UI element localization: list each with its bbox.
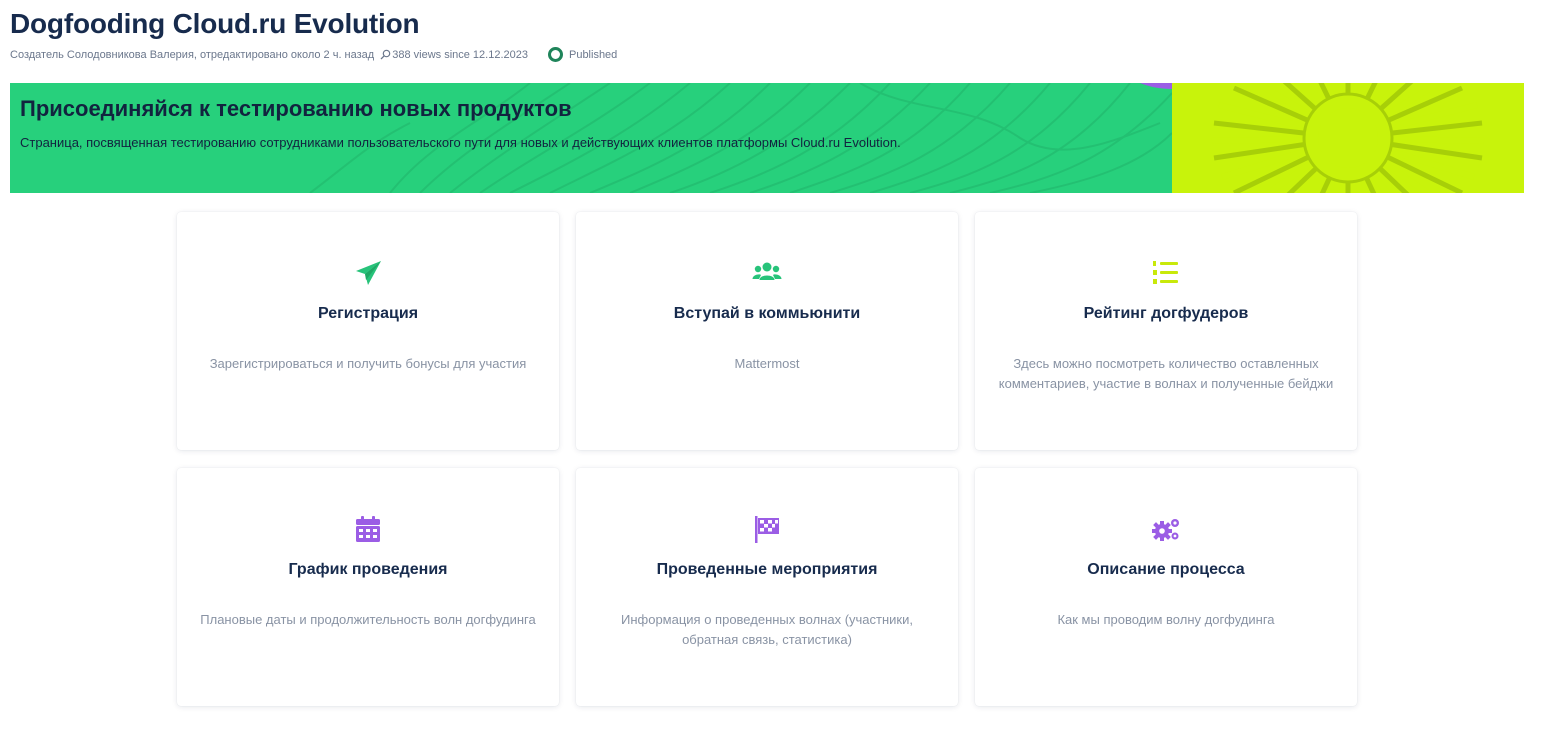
- confluence-page: Dogfooding Cloud.ru Evolution Создатель …: [0, 0, 1560, 731]
- card-title: Вступай в коммьюнити: [673, 305, 861, 322]
- card-title: Проведенные мероприятия: [656, 561, 878, 578]
- views-label: 388 views since 12.12.2023: [392, 48, 528, 61]
- card-title: График проведения: [288, 561, 448, 578]
- checkered-flag-icon: [576, 514, 958, 544]
- banner-heading: Присоединяйся к тестированию новых проду…: [20, 96, 572, 121]
- banner-subtitle: Страница, посвященная тестированию сотру…: [20, 135, 901, 150]
- card-description: Mattermost: [734, 356, 800, 371]
- page-metadata: Создатель Солодовникова Валерия, отредак…: [10, 47, 617, 62]
- card-registration[interactable]: Регистрация Зарегистрироваться и получит…: [177, 212, 559, 450]
- card-community[interactable]: Вступай в коммьюнити Mattermost: [576, 212, 958, 450]
- card-description: Зарегистрироваться и получить бонусы для…: [209, 356, 527, 371]
- calendar-icon: [177, 514, 559, 544]
- gears-icon: [975, 514, 1357, 544]
- card-description: Как мы проводим волну догфудинга: [1057, 612, 1275, 627]
- card-schedule[interactable]: График проведения Плановые даты и продол…: [177, 468, 559, 706]
- hero-banner: Присоединяйся к тестированию новых проду…: [10, 83, 1524, 193]
- card-title: Рейтинг догфудеров: [1083, 305, 1249, 322]
- magnifier-icon: [380, 49, 391, 60]
- card-title: Регистрация: [317, 305, 419, 322]
- card-description: Здесь можно посмотреть количество оставл…: [998, 356, 1334, 391]
- card-description: Плановые даты и продолжительность волн д…: [200, 612, 536, 627]
- page-title: Dogfooding Cloud.ru Evolution: [10, 8, 420, 39]
- card-rating[interactable]: Рейтинг догфудеров Здесь можно посмотрет…: [975, 212, 1357, 450]
- sun-illustration: [1172, 83, 1524, 193]
- numbered-list-icon: [975, 258, 1357, 288]
- status-badge: Published: [547, 47, 618, 62]
- published-dot-icon: [547, 47, 563, 62]
- card-events[interactable]: Проведенные мероприятия Информация о про…: [576, 468, 958, 706]
- byline[interactable]: Создатель Солодовникова Валерия, отредак…: [10, 49, 374, 61]
- paper-plane-icon: [177, 258, 559, 288]
- card-title: Описание процесса: [1087, 561, 1245, 578]
- views-counter[interactable]: 388 views since 12.12.2023: [380, 49, 528, 61]
- status-label: Published: [568, 48, 618, 61]
- card-description: Информация о проведенных волнах (участни…: [621, 612, 913, 647]
- users-icon: [576, 258, 958, 288]
- card-process[interactable]: Описание процесса Как мы проводим волну …: [975, 468, 1357, 706]
